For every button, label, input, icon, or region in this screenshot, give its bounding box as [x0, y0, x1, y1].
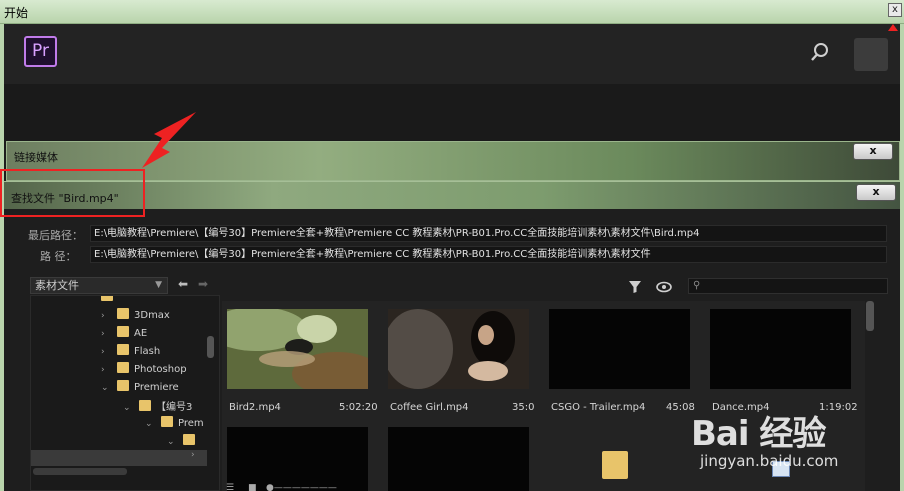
- watermark-url: jingyan.baidu.com: [700, 452, 839, 470]
- watermark-logo: Bai 经验: [691, 414, 826, 454]
